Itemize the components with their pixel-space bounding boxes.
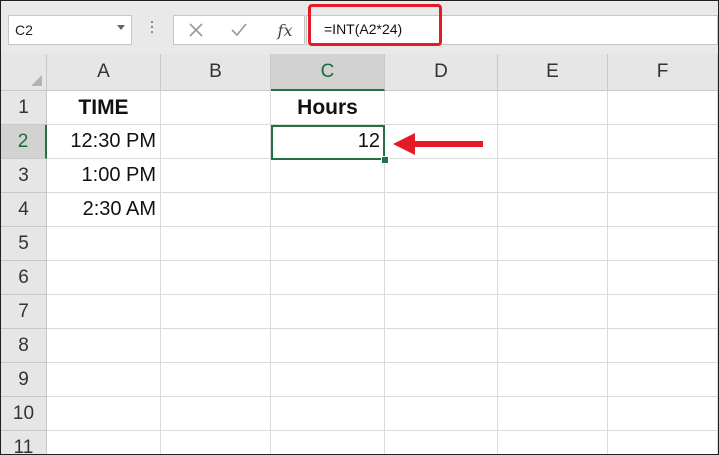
column-header-d[interactable]: D (385, 54, 498, 91)
cell-d6[interactable] (385, 261, 498, 295)
row-header-2[interactable]: 2 (1, 125, 47, 159)
chevron-down-icon[interactable] (117, 25, 125, 30)
cell-a7[interactable] (47, 295, 161, 329)
cell-b11[interactable] (161, 431, 271, 454)
row-header-3[interactable]: 3 (1, 159, 47, 193)
fx-icon: fx (277, 20, 293, 40)
name-box-value: C2 (15, 22, 33, 38)
worksheet-grid: A B C D E F 1 2 3 4 5 6 7 8 9 10 11 TIME… (1, 54, 718, 454)
enter-check-icon (231, 23, 247, 37)
cell-f4[interactable] (608, 193, 718, 227)
cell-b1[interactable] (161, 91, 271, 125)
cell-a9[interactable] (47, 363, 161, 397)
cell-a5[interactable] (47, 227, 161, 261)
fill-handle[interactable] (381, 156, 389, 164)
cell-c7[interactable] (271, 295, 385, 329)
cell-d4[interactable] (385, 193, 498, 227)
formula-bar-grip[interactable] (151, 21, 154, 39)
cell-e7[interactable] (498, 295, 608, 329)
row-header-8[interactable]: 8 (1, 329, 47, 363)
cell-c6[interactable] (271, 261, 385, 295)
cell-b3[interactable] (161, 159, 271, 193)
cell-c4[interactable] (271, 193, 385, 227)
cell-d10[interactable] (385, 397, 498, 431)
cell-e4[interactable] (498, 193, 608, 227)
spreadsheet-window: C2 fx =INT(A2*24) A B C D E F 1 2 3 4 5 … (0, 0, 719, 455)
cell-e11[interactable] (498, 431, 608, 454)
insert-function-button[interactable]: fx (270, 16, 300, 44)
cell-b2[interactable] (161, 125, 271, 159)
cell-f2[interactable] (608, 125, 718, 159)
cell-e9[interactable] (498, 363, 608, 397)
column-header-e[interactable]: E (498, 54, 608, 91)
cell-e2[interactable] (498, 125, 608, 159)
cell-d11[interactable] (385, 431, 498, 454)
cell-f6[interactable] (608, 261, 718, 295)
row-header-5[interactable]: 5 (1, 227, 47, 261)
cell-d7[interactable] (385, 295, 498, 329)
cell-e6[interactable] (498, 261, 608, 295)
cell-c9[interactable] (271, 363, 385, 397)
cancel-button[interactable] (184, 16, 208, 44)
row-header-7[interactable]: 7 (1, 295, 47, 329)
cell-e8[interactable] (498, 329, 608, 363)
cell-b9[interactable] (161, 363, 271, 397)
cell-a8[interactable] (47, 329, 161, 363)
cell-a4[interactable]: 2:30 AM (47, 193, 161, 227)
cell-f7[interactable] (608, 295, 718, 329)
cell-c5[interactable] (271, 227, 385, 261)
cell-a1[interactable]: TIME (47, 91, 161, 125)
cell-d9[interactable] (385, 363, 498, 397)
cell-f1[interactable] (608, 91, 718, 125)
formula-highlight-box (308, 4, 442, 46)
cell-f10[interactable] (608, 397, 718, 431)
cell-e1[interactable] (498, 91, 608, 125)
cell-c10[interactable] (271, 397, 385, 431)
cell-d8[interactable] (385, 329, 498, 363)
column-header-f[interactable]: F (608, 54, 718, 91)
cell-a2[interactable]: 12:30 PM (47, 125, 161, 159)
row-header-11[interactable]: 11 (1, 431, 47, 454)
enter-button[interactable] (226, 16, 252, 44)
column-header-b[interactable]: B (161, 54, 271, 91)
cell-f11[interactable] (608, 431, 718, 454)
cell-a6[interactable] (47, 261, 161, 295)
name-box[interactable]: C2 (8, 15, 132, 45)
cell-f3[interactable] (608, 159, 718, 193)
cell-d3[interactable] (385, 159, 498, 193)
cell-b8[interactable] (161, 329, 271, 363)
row-header-4[interactable]: 4 (1, 193, 47, 227)
cell-a11[interactable] (47, 431, 161, 454)
cell-b10[interactable] (161, 397, 271, 431)
cell-c11[interactable] (271, 431, 385, 454)
cell-e3[interactable] (498, 159, 608, 193)
row-header-10[interactable]: 10 (1, 397, 47, 431)
row-header-1[interactable]: 1 (1, 91, 47, 125)
cell-b5[interactable] (161, 227, 271, 261)
formula-buttons: fx (173, 15, 305, 45)
column-header-c[interactable]: C (271, 54, 385, 91)
cell-c1[interactable]: Hours (271, 91, 385, 125)
column-header-a[interactable]: A (47, 54, 161, 91)
cell-a10[interactable] (47, 397, 161, 431)
select-all-button[interactable] (1, 54, 47, 91)
cell-d5[interactable] (385, 227, 498, 261)
cell-b4[interactable] (161, 193, 271, 227)
cell-e5[interactable] (498, 227, 608, 261)
cell-f5[interactable] (608, 227, 718, 261)
cell-e10[interactable] (498, 397, 608, 431)
cell-b6[interactable] (161, 261, 271, 295)
active-cell-outline (271, 125, 385, 160)
arrow-left-icon (393, 133, 483, 155)
cell-a3[interactable]: 1:00 PM (47, 159, 161, 193)
cancel-icon (189, 23, 203, 37)
row-header-9[interactable]: 9 (1, 363, 47, 397)
cell-c3[interactable] (271, 159, 385, 193)
cell-d1[interactable] (385, 91, 498, 125)
row-header-6[interactable]: 6 (1, 261, 47, 295)
cell-b7[interactable] (161, 295, 271, 329)
cell-f8[interactable] (608, 329, 718, 363)
cell-f9[interactable] (608, 363, 718, 397)
cell-c8[interactable] (271, 329, 385, 363)
